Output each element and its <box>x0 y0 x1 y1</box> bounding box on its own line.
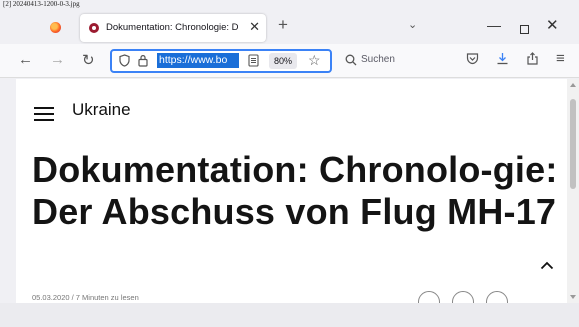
navigation-toolbar: ← → ↻ https://www.bo 80% ☆ Suchen ≡ <box>0 44 579 78</box>
section-label[interactable]: Ukraine <box>72 100 131 120</box>
window-minimize-button[interactable]: — <box>487 17 501 33</box>
tab-close-icon[interactable]: ✕ <box>249 19 260 35</box>
bottom-area <box>0 303 579 327</box>
scroll-to-top-icon[interactable] <box>540 260 554 270</box>
tab-title: Dokumentation: Chronologie: D <box>106 22 239 33</box>
scrollbar-thumb[interactable] <box>570 99 576 189</box>
page-scrollbar[interactable] <box>567 79 579 303</box>
search-placeholder: Suchen <box>361 54 395 65</box>
file-caption: [2] 20240413-1200-0-3.jpg <box>3 0 80 8</box>
bookmark-star-icon[interactable]: ☆ <box>308 52 321 69</box>
app-menu-icon[interactable]: ≡ <box>556 50 565 67</box>
scroll-up-arrow-icon[interactable] <box>570 83 576 87</box>
pocket-icon[interactable] <box>466 52 479 65</box>
forward-arrow-icon[interactable]: → <box>50 51 65 68</box>
page-content: Ukraine Dokumentation: Chronolo-gie: Der… <box>16 79 567 303</box>
url-bar[interactable]: https://www.bo 80% ☆ <box>110 49 332 73</box>
article-headline: Dokumentation: Chronolo-gie: Der Abschus… <box>32 149 558 232</box>
search-icon <box>345 54 357 66</box>
scroll-down-arrow-icon[interactable] <box>570 295 576 299</box>
list-all-tabs-button[interactable]: ⌄ <box>408 18 417 31</box>
back-arrow-icon[interactable]: ← <box>18 51 33 68</box>
share-buttons <box>418 291 520 303</box>
hamburger-menu-icon[interactable] <box>34 107 54 121</box>
share-button-3[interactable] <box>486 291 508 303</box>
new-tab-button[interactable]: + <box>278 15 288 35</box>
shield-icon[interactable] <box>119 54 130 67</box>
reader-view-icon[interactable] <box>248 54 259 67</box>
window-close-button[interactable]: ✕ <box>546 16 559 34</box>
share-button-2[interactable] <box>452 291 474 303</box>
share-button-1[interactable] <box>418 291 440 303</box>
share-icon[interactable] <box>526 52 539 65</box>
search-field[interactable]: Suchen <box>336 49 446 73</box>
firefox-view-icon[interactable] <box>50 22 61 33</box>
window-maximize-button[interactable] <box>520 25 529 34</box>
download-icon[interactable] <box>496 52 509 65</box>
active-tab[interactable]: Dokumentation: Chronologie: D ✕ <box>80 14 266 42</box>
site-favicon-icon <box>89 23 99 33</box>
zoom-level-button[interactable]: 80% <box>269 53 298 69</box>
tab-strip: Dokumentation: Chronologie: D ✕ + ⌄ — ✕ <box>0 10 579 44</box>
reload-icon[interactable]: ↻ <box>82 51 95 69</box>
url-text[interactable]: https://www.bo <box>157 53 239 68</box>
article-meta: 05.03.2020 / 7 Minuten zu lesen <box>32 293 139 302</box>
lock-icon[interactable] <box>138 54 148 67</box>
